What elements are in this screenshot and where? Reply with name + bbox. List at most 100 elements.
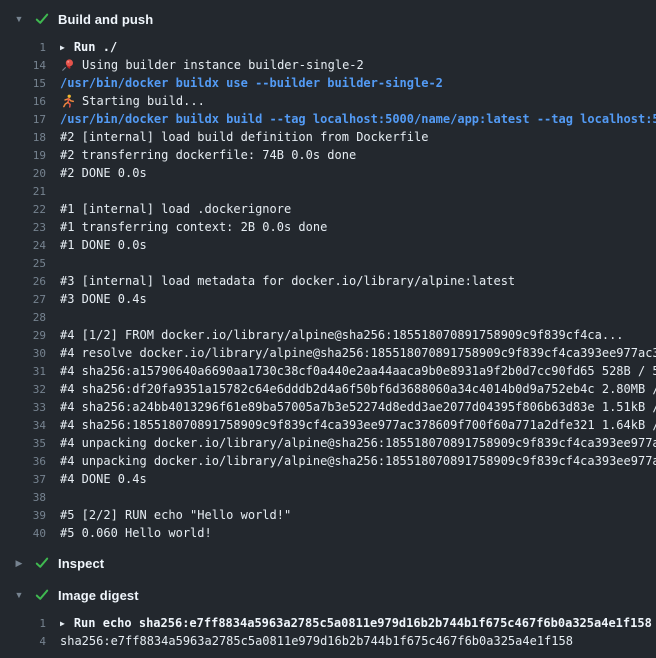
log-text: #5 [2/2] RUN echo "Hello world!" [60, 508, 291, 522]
log-section-inspect: ▶ Inspect [0, 552, 656, 574]
log-line-content: #4 DONE 0.4s [60, 472, 147, 486]
line-number[interactable]: 40 [0, 527, 46, 540]
log-text: #2 DONE 0.0s [60, 166, 147, 180]
log-line: 19 #2 transferring dockerfile: 74B 0.0s … [0, 146, 656, 164]
section-header-build-and-push[interactable]: ▼ Build and push [0, 8, 656, 30]
line-number[interactable]: 29 [0, 329, 46, 342]
line-number[interactable]: 36 [0, 455, 46, 468]
line-number[interactable]: 16 [0, 95, 46, 108]
section-title: Inspect [58, 556, 104, 571]
log-line-content: /usr/bin/docker buildx use --builder bui… [60, 76, 443, 90]
log-line-content: #5 0.060 Hello world! [60, 526, 212, 540]
log-line: 24 #1 DONE 0.0s [0, 236, 656, 254]
log-line: 31 #4 sha256:a15790640a6690aa1730c38cf0a… [0, 362, 656, 380]
log-line-content: #1 DONE 0.0s [60, 238, 147, 252]
log-line: 36 #4 unpacking docker.io/library/alpine… [0, 452, 656, 470]
log-line: 15 /usr/bin/docker buildx use --builder … [0, 74, 656, 92]
log-line-content: ▶ Run echo sha256:e7ff8834a5963a2785c5a08… [60, 616, 652, 630]
log-text: Starting build... [82, 94, 205, 108]
line-number[interactable]: 27 [0, 293, 46, 306]
log-text: Using builder instance builder-single-2 [82, 58, 364, 72]
workflow-log: ▼ Build and push 1 ▶Run ./ 14 Using buil… [0, 0, 656, 650]
log-text: #2 [internal] load build definition from… [60, 130, 428, 144]
log-line-content: #4 sha256:185518070891758909c9f839cf4ca3… [60, 418, 656, 432]
line-number[interactable]: 38 [0, 491, 46, 504]
chevron-down-icon[interactable]: ▼ [12, 590, 26, 600]
log-text: #4 unpacking docker.io/library/alpine@sh… [60, 436, 656, 450]
log-text: #4 [1/2] FROM docker.io/library/alpine@s… [60, 328, 624, 342]
log-line-content: #4 sha256:a24bb4013296f61e89ba57005a7b3e… [60, 400, 656, 414]
line-number[interactable]: 1 [0, 617, 46, 630]
line-number[interactable]: 19 [0, 149, 46, 162]
chevron-right-icon[interactable]: ▶ [12, 558, 26, 569]
log-line: 20 #2 DONE 0.0s [0, 164, 656, 182]
log-line-content: #1 transferring context: 2B 0.0s done [60, 220, 327, 234]
log-text: Run echo sha256:e7ff8834a5963a2785c5a081… [74, 616, 652, 630]
line-number[interactable]: 31 [0, 365, 46, 378]
log-line-content: ▶ Run ./ [60, 40, 117, 54]
log-text: #1 transferring context: 2B 0.0s done [60, 220, 327, 234]
log-line: 30 #4 resolve docker.io/library/alpine@s… [0, 344, 656, 362]
log-text: /usr/bin/docker buildx use --builder bui… [60, 76, 443, 90]
line-number[interactable]: 24 [0, 239, 46, 252]
log-section-build-and-push: ▼ Build and push 1 ▶ Run ./ 14 Using buil… [0, 8, 656, 542]
log-line: 14 Using builder instance builder-single… [0, 56, 656, 74]
log-line: 26 #3 [internal] load metadata for docke… [0, 272, 656, 290]
log-text: #3 [internal] load metadata for docker.i… [60, 274, 515, 288]
line-number[interactable]: 30 [0, 347, 46, 360]
log-line-content: #4 [1/2] FROM docker.io/library/alpine@s… [60, 328, 624, 342]
log-text: #4 sha256:a15790640a6690aa1730c38cf0a440… [60, 364, 656, 378]
log-line-content: #4 sha256:df20fa9351a15782c64e6dddb2d4a6… [60, 382, 656, 396]
log-line-content: Starting build... [60, 94, 205, 109]
line-number[interactable]: 37 [0, 473, 46, 486]
log-line: 21 [0, 182, 656, 200]
log-line-content: #4 unpacking docker.io/library/alpine@sh… [60, 436, 656, 450]
line-number[interactable]: 28 [0, 311, 46, 324]
log-text: #4 unpacking docker.io/library/alpine@sh… [60, 454, 656, 468]
line-number[interactable]: 35 [0, 437, 46, 450]
line-number[interactable]: 26 [0, 275, 46, 288]
line-number[interactable]: 17 [0, 113, 46, 126]
line-number[interactable]: 21 [0, 185, 46, 198]
log-line: 27 #3 DONE 0.4s [0, 290, 656, 308]
log-line: 22 #1 [internal] load .dockerignore [0, 200, 656, 218]
log-text: #1 DONE 0.0s [60, 238, 147, 252]
section-title: Build and push [58, 12, 153, 27]
log-text: #4 DONE 0.4s [60, 472, 147, 486]
log-line: 18 #2 [internal] load build definition f… [0, 128, 656, 146]
line-number[interactable]: 14 [0, 59, 46, 72]
log-text: #4 resolve docker.io/library/alpine@sha2… [60, 346, 656, 360]
line-number[interactable]: 1 [0, 41, 46, 54]
log-line: 28 [0, 308, 656, 326]
line-number[interactable]: 39 [0, 509, 46, 522]
section-header-image-digest[interactable]: ▼ Image digest [0, 584, 656, 606]
log-text: #1 [internal] load .dockerignore [60, 202, 291, 216]
log-text: #5 0.060 Hello world! [60, 526, 212, 540]
section-header-inspect[interactable]: ▶ Inspect [0, 552, 656, 574]
line-number[interactable]: 23 [0, 221, 46, 234]
line-number[interactable]: 4 [0, 635, 46, 648]
log-section-image-digest: ▼ Image digest 1 ▶ Run echo sha256:e7ff88… [0, 584, 656, 650]
line-number[interactable]: 25 [0, 257, 46, 270]
line-number[interactable]: 32 [0, 383, 46, 396]
section-lines: 1 ▶ Run echo sha256:e7ff8834a5963a2785c5a… [0, 614, 656, 650]
line-number[interactable]: 33 [0, 401, 46, 414]
log-line: 37 #4 DONE 0.4s [0, 470, 656, 488]
chevron-down-icon[interactable]: ▼ [12, 14, 26, 24]
expand-group-icon[interactable]: ▶ [60, 619, 65, 628]
line-number[interactable]: 34 [0, 419, 46, 432]
line-number[interactable]: 20 [0, 167, 46, 180]
log-line: 35 #4 unpacking docker.io/library/alpine… [0, 434, 656, 452]
log-line-content: #1 [internal] load .dockerignore [60, 202, 291, 216]
log-text: #2 transferring dockerfile: 74B 0.0s don… [60, 148, 356, 162]
log-line: 40 #5 0.060 Hello world! [0, 524, 656, 542]
log-text: Run ./ [74, 40, 117, 54]
log-line-content: Using builder instance builder-single-2 [60, 58, 364, 73]
line-number[interactable]: 15 [0, 77, 46, 90]
line-number[interactable]: 22 [0, 203, 46, 216]
log-line-content: sha256:e7ff8834a5963a2785c5a0811e979d16b… [60, 634, 573, 648]
log-text: /usr/bin/docker buildx build --tag local… [60, 112, 656, 126]
log-line: 25 [0, 254, 656, 272]
expand-group-icon[interactable]: ▶ [60, 43, 65, 52]
line-number[interactable]: 18 [0, 131, 46, 144]
